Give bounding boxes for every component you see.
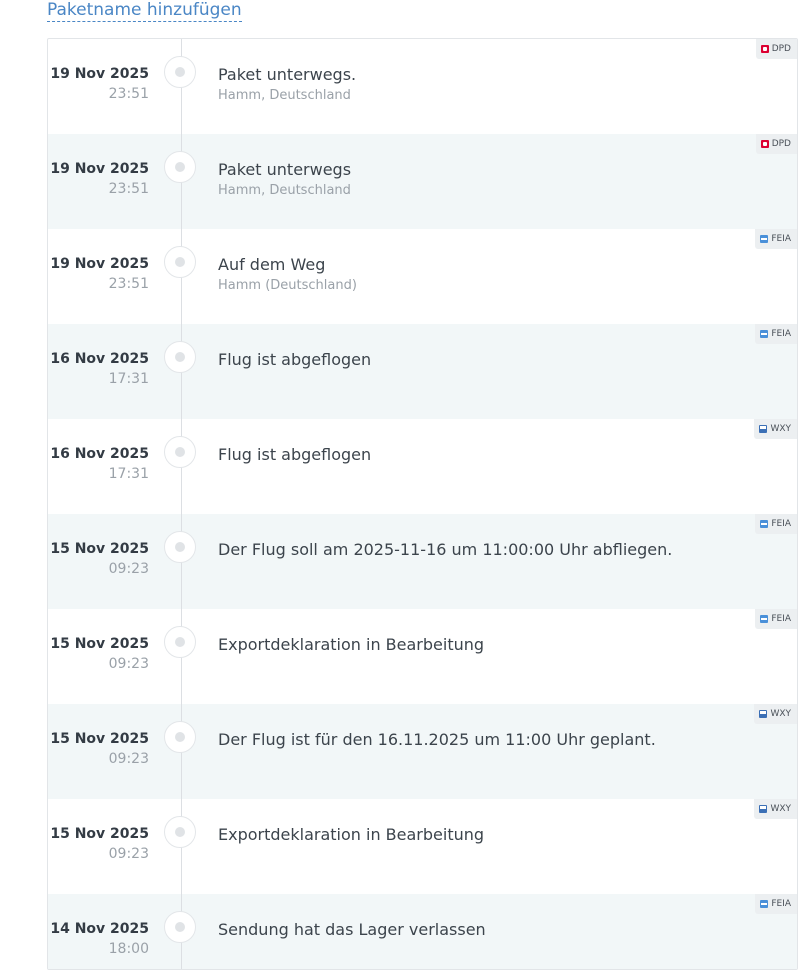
event-date: 15 Nov 2025 — [50, 636, 149, 652]
event-status: Flug ist abgeflogen — [218, 445, 372, 464]
carrier-badge: FEIA — [755, 229, 797, 249]
timeline-dot-icon — [164, 246, 196, 278]
timeline-dot-icon — [164, 56, 196, 88]
tracking-event-row: 14 Nov 2025 18:00 Sendung hat das Lager ve… — [48, 894, 797, 969]
event-status: Paket unterwegs. — [218, 65, 357, 84]
event-status: Der Flug ist für den 16.11.2025 um 11:00… — [218, 730, 656, 749]
feia-logo-icon — [760, 900, 769, 908]
timeline-dot-icon — [164, 531, 196, 563]
tracking-event-list: 19 Nov 2025 23:51 Paket unterwegs. Hamm, De… — [48, 39, 797, 969]
event-date: 15 Nov 2025 — [50, 731, 149, 747]
wxy-logo-icon — [759, 425, 768, 433]
tracking-event-row: 19 Nov 2025 23:51 Paket unterwegs Hamm, Deu… — [48, 134, 797, 229]
tracking-event-row: 16 Nov 2025 17:31 Flug ist abgeflogen FEIA — [48, 324, 797, 419]
event-location: Hamm (Deutschland) — [218, 278, 357, 293]
feia-logo-icon — [760, 235, 769, 243]
dpd-logo-icon — [760, 45, 769, 53]
carrier-name: FEIA — [771, 519, 791, 529]
carrier-name: FEIA — [771, 234, 791, 244]
timeline-dot-icon — [164, 436, 196, 468]
event-date: 14 Nov 2025 — [50, 921, 149, 937]
carrier-badge: FEIA — [755, 324, 797, 344]
event-location: Hamm, Deutschland — [218, 88, 351, 103]
carrier-badge: FEIA — [755, 609, 797, 629]
event-status: Flug ist abgeflogen — [218, 350, 372, 369]
event-time: 09:23 — [108, 846, 149, 862]
carrier-name: FEIA — [771, 899, 791, 909]
tracking-event-row: 16 Nov 2025 17:31 Flug ist abgeflogen WXY — [48, 419, 797, 514]
event-time: 09:23 — [108, 561, 149, 577]
tracking-event-row: 15 Nov 2025 09:23 Exportdeklaration in Bea… — [48, 609, 797, 704]
tracking-event-row: 19 Nov 2025 23:51 Auf dem Weg Hamm (Deutsch… — [48, 229, 797, 324]
event-status: Paket unterwegs — [218, 160, 352, 179]
event-status: Exportdeklaration in Bearbeitung — [218, 635, 485, 654]
wxy-logo-icon — [759, 805, 768, 813]
event-time: 18:00 — [108, 941, 149, 957]
timeline-dot-icon — [164, 816, 196, 848]
timeline-dot-icon — [164, 341, 196, 373]
add-package-name-link[interactable]: Paketname hinzufügen — [47, 0, 242, 22]
tracking-event-row: 15 Nov 2025 09:23 Der Flug soll am 2025-11… — [48, 514, 797, 609]
event-status: Der Flug soll am 2025-11-16 um 11:00:00 … — [218, 540, 673, 559]
event-location: Hamm, Deutschland — [218, 183, 351, 198]
event-time: 17:31 — [108, 466, 149, 482]
dpd-logo-icon — [760, 140, 769, 148]
event-date: 15 Nov 2025 — [50, 826, 149, 842]
carrier-name: FEIA — [771, 329, 791, 339]
event-time: 23:51 — [108, 181, 149, 197]
event-date: 16 Nov 2025 — [50, 351, 149, 367]
carrier-badge: DPD — [755, 134, 797, 154]
carrier-badge: FEIA — [755, 514, 797, 534]
carrier-badge: WXY — [754, 799, 797, 819]
timeline-dot-icon — [164, 721, 196, 753]
event-date: 19 Nov 2025 — [50, 66, 149, 82]
event-status: Sendung hat das Lager verlassen — [218, 920, 486, 939]
carrier-name: DPD — [771, 139, 791, 149]
event-time: 17:31 — [108, 371, 149, 387]
tracking-event-row: 15 Nov 2025 09:23 Der Flug ist für den 16.… — [48, 704, 797, 799]
carrier-name: DPD — [771, 44, 791, 54]
tracking-event-row: 15 Nov 2025 09:23 Exportdeklaration in Bea… — [48, 799, 797, 894]
timeline-dot-icon — [164, 911, 196, 943]
carrier-name: WXY — [770, 804, 791, 814]
feia-logo-icon — [760, 615, 769, 623]
feia-logo-icon — [760, 520, 769, 528]
carrier-name: FEIA — [771, 614, 791, 624]
event-time: 09:23 — [108, 751, 149, 767]
carrier-name: WXY — [770, 424, 791, 434]
carrier-badge: WXY — [754, 419, 797, 439]
event-status: Auf dem Weg — [218, 255, 326, 274]
event-status: Exportdeklaration in Bearbeitung — [218, 825, 485, 844]
event-date: 15 Nov 2025 — [50, 541, 149, 557]
carrier-badge: WXY — [754, 704, 797, 724]
tracking-event-row: 19 Nov 2025 23:51 Paket unterwegs. Hamm, De… — [48, 39, 797, 134]
event-date: 19 Nov 2025 — [50, 161, 149, 177]
event-time: 09:23 — [108, 656, 149, 672]
carrier-badge: FEIA — [755, 894, 797, 914]
wxy-logo-icon — [759, 710, 768, 718]
timeline-dot-icon — [164, 151, 196, 183]
carrier-badge: DPD — [755, 39, 797, 59]
timeline-dot-icon — [164, 626, 196, 658]
tracking-timeline-panel: 19 Nov 2025 23:51 Paket unterwegs. Hamm, De… — [47, 38, 798, 970]
event-date: 16 Nov 2025 — [50, 446, 149, 462]
event-time: 23:51 — [108, 86, 149, 102]
carrier-name: WXY — [770, 709, 791, 719]
event-date: 19 Nov 2025 — [50, 256, 149, 272]
feia-logo-icon — [760, 330, 769, 338]
event-time: 23:51 — [108, 276, 149, 292]
